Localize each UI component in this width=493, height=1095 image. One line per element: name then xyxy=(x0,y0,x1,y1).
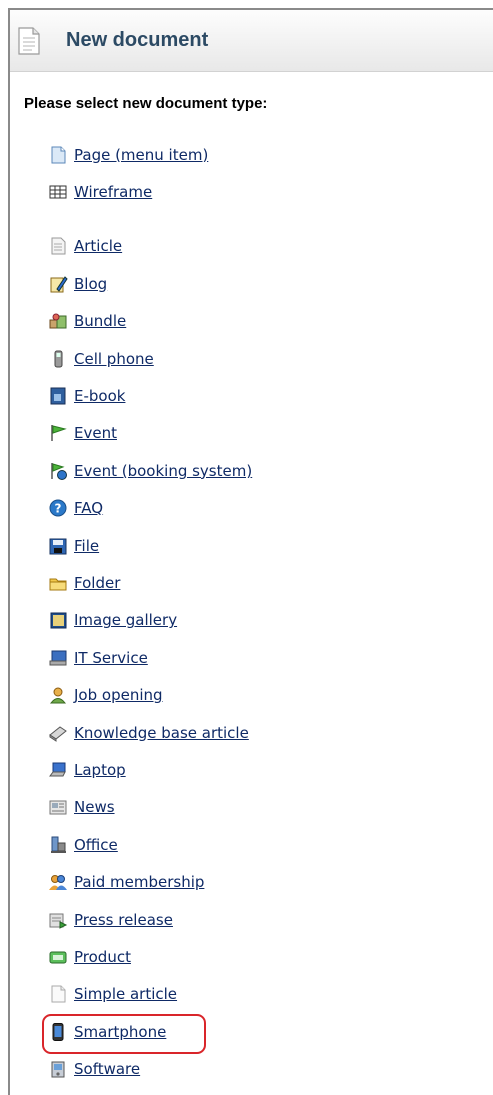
document-type-item-it-service: IT Service xyxy=(10,639,493,676)
document-type-item-press-release: Press release xyxy=(10,901,493,938)
document-type-item-article: Article xyxy=(10,228,493,265)
document-type-link-job-opening[interactable]: Job opening xyxy=(74,686,163,704)
it-service-icon xyxy=(49,650,67,666)
news-icon xyxy=(49,800,67,815)
document-type-link-knowledge-base-article[interactable]: Knowledge base article xyxy=(74,724,249,742)
document-type-link-press-release[interactable]: Press release xyxy=(74,911,173,929)
select-type-prompt: Please select new document type: xyxy=(24,95,268,112)
document-type-link-event[interactable]: Event xyxy=(74,424,117,442)
document-type-link-faq[interactable]: FAQ xyxy=(74,499,103,517)
document-type-item-product: Product xyxy=(10,938,493,975)
press-release-icon xyxy=(49,913,68,929)
document-type-item-event-booking-system: Event (booking system) xyxy=(10,452,493,489)
cell-phone-icon xyxy=(54,350,63,368)
document-type-item-folder: Folder xyxy=(10,564,493,601)
document-type-item-simple-article: Simple article xyxy=(10,976,493,1013)
document-type-link-folder[interactable]: Folder xyxy=(74,574,120,592)
folder-icon xyxy=(49,578,67,591)
document-type-item-blog: Blog xyxy=(10,265,493,302)
event-booking-icon xyxy=(51,462,67,480)
simple-article-icon xyxy=(51,985,66,1003)
image-gallery-icon xyxy=(50,612,67,629)
document-type-link-news[interactable]: News xyxy=(74,798,115,816)
smartphone-icon xyxy=(52,1022,64,1041)
document-type-link-e-book[interactable]: E-book xyxy=(74,387,125,405)
document-type-link-paid-membership[interactable]: Paid membership xyxy=(74,873,204,891)
product-icon xyxy=(49,951,67,964)
article-icon xyxy=(51,237,66,255)
document-type-list-primary: Page (menu item) Wireframe xyxy=(10,136,493,211)
document-type-item-job-opening: Job opening xyxy=(10,676,493,713)
knowledge-base-icon xyxy=(49,725,67,742)
bundle-icon xyxy=(49,313,67,329)
document-type-item-office: Office xyxy=(10,826,493,863)
document-type-item-event: Event xyxy=(10,415,493,452)
page-icon xyxy=(51,146,66,164)
laptop-icon xyxy=(49,762,66,777)
ebook-icon xyxy=(50,387,66,405)
document-type-link-event-booking-system[interactable]: Event (booking system) xyxy=(74,462,252,480)
document-type-link-software[interactable]: Software xyxy=(74,1060,140,1078)
document-type-link-page-menu-item[interactable]: Page (menu item) xyxy=(74,146,208,164)
document-type-link-office[interactable]: Office xyxy=(74,836,118,854)
faq-icon: ? xyxy=(49,499,67,517)
document-type-link-laptop[interactable]: Laptop xyxy=(74,761,126,779)
document-type-link-file[interactable]: File xyxy=(74,537,99,555)
document-type-link-article[interactable]: Article xyxy=(74,237,122,255)
document-type-item-cell-phone: Cell phone xyxy=(10,340,493,377)
document-type-item-wireframe: Wireframe xyxy=(10,173,493,210)
page-title: New document xyxy=(66,29,209,51)
document-type-link-product[interactable]: Product xyxy=(74,948,131,966)
event-flag-icon xyxy=(51,425,67,442)
document-type-link-bundle[interactable]: Bundle xyxy=(74,312,126,330)
new-document-panel: New document Please select new document … xyxy=(8,8,493,1095)
panel-header: New document xyxy=(10,10,493,72)
document-type-link-blog[interactable]: Blog xyxy=(74,275,107,293)
svg-text:?: ? xyxy=(55,502,62,516)
document-type-item-laptop: Laptop xyxy=(10,751,493,788)
document-type-item-bundle: Bundle xyxy=(10,303,493,340)
file-icon xyxy=(49,538,67,555)
document-type-list: Article Blog Bundle Cell phone E-book Event Ev… xyxy=(10,228,493,1088)
wireframe-icon xyxy=(49,185,67,199)
document-type-item-image-gallery: Image gallery xyxy=(10,602,493,639)
document-icon xyxy=(18,26,40,55)
document-type-link-smartphone[interactable]: Smartphone xyxy=(74,1023,166,1041)
software-icon xyxy=(51,1061,65,1078)
blog-icon xyxy=(50,276,68,293)
document-type-link-image-gallery[interactable]: Image gallery xyxy=(74,611,177,629)
document-type-item-e-book: E-book xyxy=(10,377,493,414)
document-type-item-file: File xyxy=(10,527,493,564)
document-type-link-simple-article[interactable]: Simple article xyxy=(74,985,177,1003)
document-type-item-faq: ? FAQ xyxy=(10,490,493,527)
document-type-item-software: Software xyxy=(10,1050,493,1087)
document-type-item-knowledge-base-article: Knowledge base article xyxy=(10,714,493,751)
document-type-item-paid-membership: Paid membership xyxy=(10,863,493,900)
office-icon xyxy=(51,836,66,853)
document-type-item-smartphone: Smartphone xyxy=(10,1013,493,1050)
document-type-link-cell-phone[interactable]: Cell phone xyxy=(74,350,154,368)
document-type-link-wireframe[interactable]: Wireframe xyxy=(74,183,152,201)
document-type-link-it-service[interactable]: IT Service xyxy=(74,649,148,667)
paid-membership-icon xyxy=(49,875,67,891)
job-opening-icon xyxy=(49,687,67,704)
document-type-item-news: News xyxy=(10,789,493,826)
document-type-item-page-menu-item: Page (menu item) xyxy=(10,136,493,173)
